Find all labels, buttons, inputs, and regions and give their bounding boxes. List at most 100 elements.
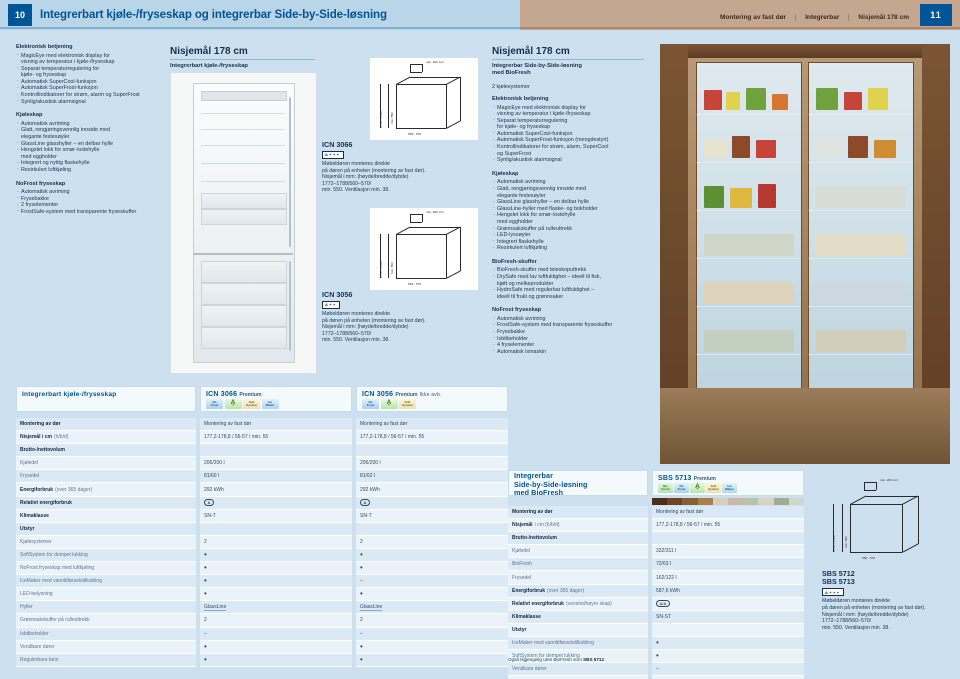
table-row: SoftSystem for dempet lukking	[16, 548, 196, 563]
left-feature-item: MagicEye med elektronisk display for	[16, 52, 164, 60]
right-feature-item: ideell til frukt og grønnsaker	[497, 293, 564, 300]
model-info-icn3056: ICN 3056 A++ Møbeldøren monteres direkte…	[322, 290, 430, 344]
table-row: 81/62 l	[356, 470, 508, 484]
right-feature-item: kjøtt og melkeprodukter	[497, 280, 554, 287]
table-row: 292 kWh	[356, 483, 508, 497]
table-cell-value: •	[204, 576, 207, 586]
table-row-label: Relativt energiforbruk	[20, 499, 72, 506]
table-left-labels: Montering av dør Nisjemål i cm (h/b/d) Brut…	[16, 418, 196, 667]
table-left-column-icn3056: Montering av fast dør 177,2-178,8 / 56-57…	[356, 418, 508, 667]
model-name-sbs5713: SBS 5713	[822, 577, 855, 587]
table-cell-value: 206/200 l	[204, 460, 225, 467]
table-row-label: Nisjemål	[512, 522, 533, 529]
softsystem-logo-icon: Soft System	[399, 399, 416, 409]
right-feature-item: 4 fryselementer	[492, 342, 644, 349]
table-row: Regulerbare bein	[16, 653, 196, 667]
table-row: Kjøledel	[16, 457, 196, 471]
product-name-icn3056: ICN 3056 Premium Ikke avb.	[362, 391, 442, 398]
table-row-label: NoFrost fryseskap med luftkjøling	[20, 565, 95, 572]
table-cell-value: 2	[360, 617, 363, 624]
left-feature-item: Frysebakke	[16, 195, 164, 203]
right-feature-group-list: Automatisk avrimingFrostSafe-system med …	[492, 315, 644, 356]
table-cell-value: Montering av fast dør	[204, 421, 252, 428]
table-cell-value: –	[204, 630, 207, 637]
model-desc-line: på døren på enheten (montering av fast d…	[822, 604, 926, 611]
right-feature-item: Automatisk ismaskin	[492, 348, 644, 356]
right-feature-item: visning av temperatur i kjøle-/fryseskap	[497, 111, 591, 118]
table-cell-value: –	[360, 630, 363, 637]
table-row: IceMaker med vanntilførselstilkobling	[508, 636, 648, 651]
product-premium-icn3066: Premium	[239, 391, 262, 398]
right-feature-item: HydroSafe med regulerbar luftfuktighet –	[492, 287, 644, 294]
table-row: Isbitbeholder	[16, 627, 196, 641]
table-row: Montering av dør	[16, 418, 196, 432]
table-row-label: Relativt energiforbruk	[512, 600, 564, 607]
table-cell-value: SN-ST	[656, 613, 671, 620]
table-row-label: Kjøledel	[512, 548, 531, 555]
table-cell-value: 81/60 l	[204, 473, 220, 480]
model-info-icn3066: ICN 3066 A+++ Møbeldøren monteres direkt…	[322, 140, 430, 194]
table-row	[200, 522, 352, 536]
table-row: Montering av fast dør	[200, 418, 352, 432]
right-feature-item: Frysebakke	[492, 329, 644, 336]
model-desc-line: Møbeldøren monteres direkte	[322, 310, 391, 317]
table-row: 587,6 kWh	[652, 584, 804, 598]
color-swatch-strip	[652, 498, 805, 505]
model-desc-line: 1772–1788/560–570/	[822, 618, 872, 625]
table-row-label: Nisjemål i cm	[20, 434, 52, 441]
table-cell-value: 177,2-178,8 / 56-57 / min. 55	[656, 522, 721, 529]
nofrost-logo-icon: No Frost	[362, 399, 379, 409]
table-cell-value: •	[656, 637, 659, 647]
table-row-label: Klimaklasse	[20, 512, 49, 519]
left-feature-item: Hengslet lokk for smør-/ostehylle	[16, 147, 164, 154]
table-row: 2	[200, 614, 352, 628]
nofrost-logo-icon: No Frost	[206, 399, 223, 409]
right-title: Nisjemål 178 cm	[492, 46, 570, 57]
table-cell-value: –	[360, 578, 363, 585]
table-cell-value: SN-T	[204, 512, 216, 519]
right-feature-item: for kjøle- og fryseskap	[497, 124, 551, 131]
table-row-label: Regulerbare bein	[20, 656, 59, 663]
product-name-text-icn3066: ICN 3066	[206, 390, 238, 398]
page-number-left: 10	[8, 4, 32, 26]
table-row-label: Brutto-/nettovolum	[20, 447, 65, 454]
table-row: Frysedel	[508, 571, 648, 585]
table-row: 292 kWh	[200, 483, 352, 497]
table-row: Vendbare dører	[16, 640, 196, 654]
table-row: Relativt energiforbruk (venstre/høyre ska…	[508, 597, 648, 611]
left-feature-group-heading: NoFrost fryseskap	[16, 180, 66, 187]
table-cell-value: •	[360, 589, 363, 599]
energy-a-plus-logo-icon: A +	[380, 399, 398, 409]
table-row: 2	[200, 535, 352, 549]
right-feature-item: Integrert flaskehylle	[492, 238, 644, 246]
model-desc-line: 1772–1788/560–570/	[322, 180, 372, 187]
table-row: •	[356, 588, 508, 602]
table-cell-value: •	[360, 549, 363, 559]
table-row	[356, 444, 508, 458]
table-row: Montering av dør	[508, 506, 648, 520]
model-desc-line: min. 550. Ventilasjon min. 38.	[322, 187, 390, 194]
model-desc-line: Møbeldøren monteres direkte	[322, 160, 391, 167]
product-name-text-sbs5713: SBS 5713	[658, 474, 692, 482]
left-feature-group-list: MagicEye med elektronisk display forvisn…	[16, 52, 164, 106]
table-row-label: Montering av dør	[512, 509, 553, 516]
table-row-label: Isbitbeholder	[20, 630, 49, 637]
right-feature-column: Elektronisk betjening MagicEye med elektr…	[492, 96, 644, 355]
table-row: LED-belysning	[16, 588, 196, 602]
right-feature-item: og SuperFrost	[497, 150, 532, 157]
table-row-label: Hyller	[20, 604, 33, 611]
biofresh-logo-icon: Bio Fresh	[658, 483, 673, 493]
catalog-page: 10 Integrerbart kjøle-/fryseskap og inte…	[0, 0, 960, 679]
right-feature-item: elegante festesøyler	[497, 192, 546, 199]
dim-label-min-icn3066: min. 550	[390, 112, 394, 124]
table-cell-value: 162/122 l	[656, 574, 677, 581]
dim-label-min-sbs: min. 550	[844, 536, 848, 548]
table-row: SN-T	[356, 509, 508, 523]
header-rule-left	[0, 27, 520, 29]
table-row: Brutto-/nettovolum	[16, 444, 196, 458]
dimension-drawing-sbs: 1772 - 1788 min. 550 min. 200 cm² 560 - …	[820, 476, 940, 566]
table-cell-value: •	[204, 549, 207, 559]
breadcrumb-item-integrerbar: Integrerbar	[795, 13, 848, 21]
left-feature-item: Automatisk avriming	[16, 120, 164, 128]
left-feature-item: Integrert og nyttig flaskehylle	[16, 160, 164, 167]
